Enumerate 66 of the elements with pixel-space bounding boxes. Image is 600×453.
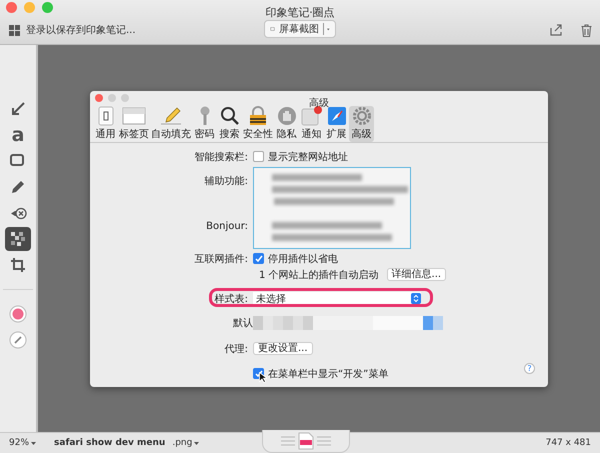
- compass-icon: [326, 106, 346, 126]
- pencil-icon: [159, 106, 183, 126]
- preferences-tab[interactable]: 高级: [349, 106, 374, 142]
- drag-tab[interactable]: [262, 430, 350, 453]
- trash-icon[interactable]: [581, 24, 592, 36]
- preferences-tab[interactable]: 扩展: [324, 106, 349, 142]
- field-label: 智能搜索栏:: [194, 150, 249, 164]
- preferences-tab[interactable]: 密码: [192, 106, 217, 142]
- crop-icon: [10, 257, 26, 273]
- lock-icon: [248, 106, 268, 126]
- preferences-tab[interactable]: 通用: [93, 106, 118, 142]
- caret-icon: [194, 442, 200, 444]
- plugin-note: 1 个网站上的插件自动启动: [259, 268, 379, 282]
- hand-icon: [276, 106, 296, 126]
- zoom-dropdown[interactable]: 92%: [9, 438, 36, 448]
- arrow-icon: [10, 101, 26, 117]
- preferences-tab[interactable]: 安全性: [242, 106, 274, 142]
- blurred-list-box[interactable]: [253, 166, 411, 248]
- gear-icon: [352, 106, 372, 126]
- login-button[interactable]: 登录以保存到印象笔记...: [9, 23, 136, 37]
- field-label: 互联网插件:: [194, 252, 249, 266]
- checkbox-box[interactable]: [253, 151, 264, 162]
- preferences-tab[interactable]: 隐私: [274, 106, 299, 142]
- stamp-icon: [10, 206, 26, 220]
- tabs-window-icon: [122, 106, 146, 126]
- checkbox-box[interactable]: [253, 253, 264, 264]
- tool-button[interactable]: a: [5, 123, 31, 147]
- checkbox[interactable]: 停用插件以省电: [253, 252, 338, 266]
- help-button[interactable]: ?: [524, 362, 535, 374]
- image-dimensions: 747 x 481: [546, 438, 591, 448]
- switch-icon: [96, 106, 116, 126]
- window-title: 印象笔记·圈点: [265, 6, 335, 19]
- stylesheet-dropdown[interactable]: 未选择: [253, 292, 421, 305]
- pixelate-icon: [11, 232, 25, 246]
- preferences-tab[interactable]: 搜索: [217, 106, 242, 142]
- preferences-tab[interactable]: 标签页: [118, 106, 150, 142]
- line-width-icon: [9, 331, 27, 349]
- format-dropdown[interactable]: .png: [172, 438, 200, 448]
- tool-button[interactable]: [5, 227, 31, 251]
- check-icon: [254, 370, 262, 378]
- color-swatch-icon: [9, 305, 27, 323]
- preferences-tab[interactable]: 自动填充: [150, 106, 192, 142]
- grid-icon: [9, 24, 20, 36]
- caret-icon: [31, 442, 36, 444]
- field-label: 样式表:: [214, 292, 249, 306]
- rectangle-icon: [10, 154, 26, 168]
- mouse-cursor-icon: [259, 372, 267, 382]
- window-title: 高级: [309, 98, 329, 108]
- field-label: 辅助功能:: [204, 174, 249, 188]
- file-name: safari show dev menu: [54, 438, 166, 448]
- share-icon[interactable]: [550, 24, 563, 36]
- search-icon: [220, 106, 240, 126]
- check-icon: [254, 254, 262, 262]
- field-label: Bonjour:: [206, 220, 249, 232]
- notification-icon: [300, 106, 322, 126]
- pen-icon: [10, 179, 26, 195]
- field-label: 默认: [233, 318, 253, 328]
- field-label: 代理:: [224, 342, 249, 356]
- screenshot-button[interactable]: 屏幕截图: [264, 20, 336, 38]
- close-button[interactable]: [95, 94, 103, 102]
- details-button[interactable]: 详细信息...: [386, 268, 446, 281]
- png-file-icon: [279, 432, 333, 450]
- close-button[interactable]: [6, 2, 17, 13]
- change-settings-button[interactable]: 更改设置...: [253, 342, 313, 355]
- updown-icon: [411, 293, 421, 304]
- checkbox[interactable]: 显示完整网站地址: [253, 150, 348, 164]
